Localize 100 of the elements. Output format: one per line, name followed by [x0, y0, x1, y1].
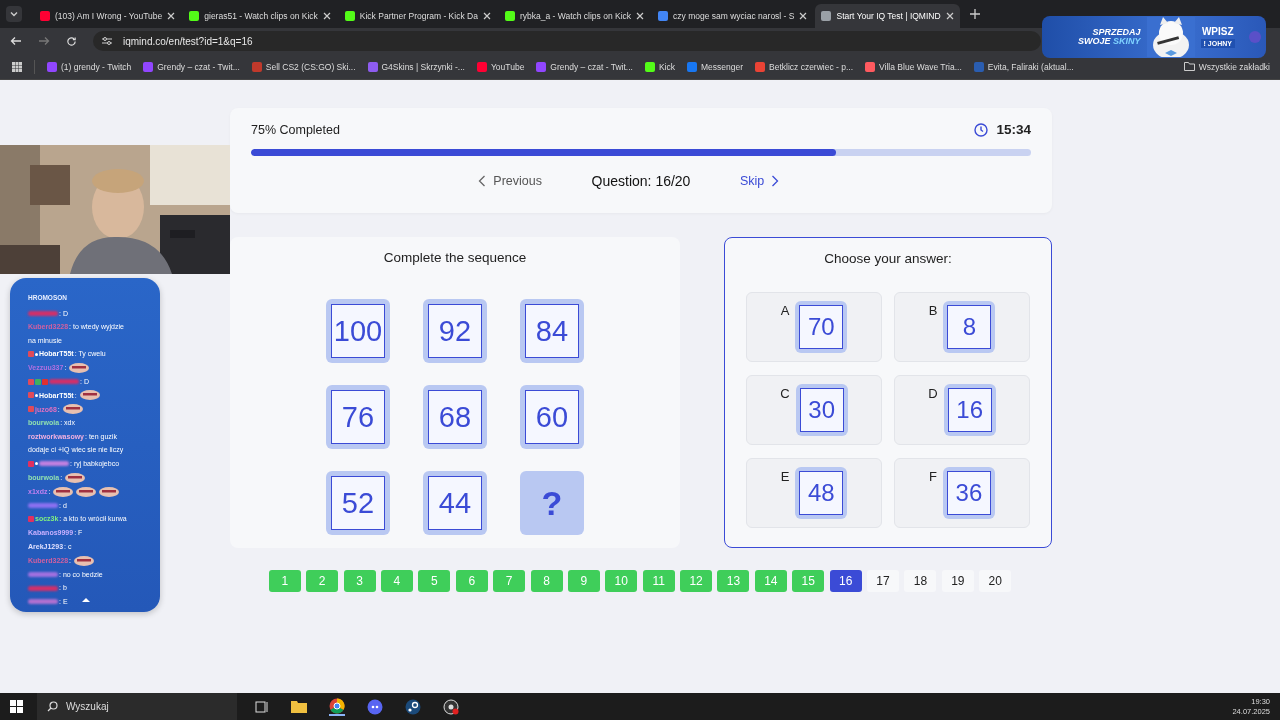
- clock-icon: [974, 122, 989, 137]
- favicon-icon: [476, 61, 487, 72]
- chevron-right-icon: [771, 175, 780, 187]
- address-field[interactable]: iqmind.co/en/test?id=1&q=16: [93, 31, 1041, 51]
- chat-app-icon[interactable]: [367, 698, 383, 715]
- recorder-icon[interactable]: [443, 698, 459, 715]
- favicon-icon: [40, 11, 50, 21]
- search-icon: [47, 701, 58, 712]
- bookmark[interactable]: Messenger: [686, 61, 743, 72]
- site-settings-icon[interactable]: [101, 36, 113, 46]
- favicon-icon: [536, 61, 547, 72]
- favicon-icon: [189, 11, 200, 21]
- caret-up-icon[interactable]: [82, 597, 90, 602]
- dot-icon: [35, 352, 38, 356]
- browser-tab[interactable]: czy moge sam wyciac narosl - S: [652, 4, 814, 28]
- favicon-icon: [973, 61, 984, 72]
- timer-text: 15:34: [996, 122, 1031, 137]
- question-number-button[interactable]: 20: [979, 570, 1012, 592]
- number-tile: 100: [326, 299, 390, 363]
- taskbar-search-field[interactable]: Wyszukaj: [37, 693, 237, 720]
- emote-icon: [69, 362, 90, 373]
- answer-option[interactable]: D 16: [894, 375, 1030, 445]
- close-icon[interactable]: [945, 12, 954, 20]
- reload-icon[interactable]: [66, 35, 77, 47]
- close-icon[interactable]: [167, 12, 176, 20]
- favicon-icon: [143, 61, 154, 72]
- number-tile: 92: [423, 299, 487, 363]
- answer-option[interactable]: F 36: [894, 458, 1030, 528]
- close-icon[interactable]: [322, 12, 331, 20]
- bookmark[interactable]: Villa Blue Wave Tria...: [865, 61, 962, 72]
- option-letter: A: [780, 303, 790, 318]
- browser-tab[interactable]: gieras51 - Watch clips on Kick: [183, 4, 337, 28]
- answer-option[interactable]: C 30: [746, 375, 882, 445]
- answer-tile: 16: [943, 384, 996, 436]
- tab-search-button[interactable]: [6, 6, 22, 22]
- sequence-title: Complete the sequence: [382, 250, 528, 265]
- chrome-icon[interactable]: [329, 697, 345, 716]
- favicon-icon: [686, 61, 697, 72]
- favicon-icon: [251, 61, 262, 72]
- favicon-icon: [658, 11, 669, 21]
- answer-tile: 30: [795, 384, 848, 436]
- bookmark[interactable]: Evita, Faliraki (aktual...: [973, 61, 1074, 72]
- emote-icon: [53, 486, 74, 497]
- question-number-button[interactable]: 18: [904, 570, 937, 592]
- answer-tile: 48: [795, 467, 848, 519]
- close-icon[interactable]: [636, 12, 645, 20]
- answer-tile: 8: [943, 301, 996, 353]
- emote-icon: [99, 486, 120, 497]
- number-tile: 68: [423, 385, 487, 449]
- answer-tile: 36: [942, 467, 995, 519]
- close-icon[interactable]: [482, 12, 491, 20]
- dot-icon: [35, 393, 38, 397]
- browser-tab[interactable]: (103) Am I Wrong - YouTube: [34, 4, 182, 28]
- chevron-left-icon: [478, 175, 487, 187]
- option-letter: E: [780, 469, 790, 484]
- back-icon[interactable]: [10, 36, 22, 46]
- apps-icon[interactable]: [12, 61, 22, 72]
- favicon-icon: [47, 61, 57, 72]
- steam-icon[interactable]: [405, 698, 421, 715]
- windows-start-icon[interactable]: [10, 700, 23, 713]
- option-letter: D: [928, 386, 938, 401]
- browser-tab[interactable]: Start Your IQ Test | IQMIND: [815, 4, 960, 28]
- question-number-button[interactable]: 16: [829, 570, 862, 592]
- folder-icon[interactable]: [291, 700, 307, 713]
- banner-headline: SPRZEDAJ: [1092, 28, 1141, 37]
- bookmark[interactable]: G4Skins | Skrzynki -...: [367, 61, 465, 72]
- answer-option[interactable]: E 48: [746, 458, 882, 528]
- bookmark[interactable]: Grendy – czat - Twit...: [143, 61, 240, 72]
- browser-tab[interactable]: rybka_a - Watch clips on Kick: [498, 4, 651, 28]
- answer-option[interactable]: A 70: [746, 292, 882, 362]
- number-tile: 84: [520, 299, 584, 363]
- bookmark[interactable]: (1) grendy - Twitch: [47, 61, 132, 72]
- previous-button[interactable]: Previous: [342, 174, 542, 188]
- new-tab-icon[interactable]: [969, 9, 980, 19]
- bookmark[interactable]: YouTube: [476, 61, 525, 72]
- question-number-button[interactable]: 17: [867, 570, 900, 592]
- bookmark[interactable]: Betklicz czerwiec - p...: [755, 61, 854, 72]
- number-tile: 60: [520, 385, 584, 449]
- folder-icon: [1183, 62, 1195, 71]
- favicon-icon: [644, 61, 655, 72]
- banner-headline: SWOJE SKINY: [1078, 37, 1141, 46]
- favicon-icon: [367, 61, 378, 72]
- question-number-button[interactable]: 19: [941, 570, 974, 592]
- close-icon[interactable]: [799, 12, 808, 20]
- skip-button[interactable]: Skip: [740, 174, 940, 188]
- question-counter: Question: 16/20: [590, 173, 692, 189]
- answer-option[interactable]: B 8: [894, 292, 1030, 362]
- bookmark[interactable]: Grendy – czat - Twit...: [536, 61, 633, 72]
- bookmark[interactable]: Kick: [644, 61, 675, 72]
- emote-icon: [65, 472, 86, 483]
- favicon-icon: [344, 11, 355, 21]
- task-view-icon[interactable]: [255, 700, 269, 713]
- all-bookmarks-button[interactable]: Wszystkie zakładki: [1183, 61, 1270, 72]
- bookmark[interactable]: Sell CS2 (CS:GO) Ski...: [251, 61, 356, 72]
- emote-icon: [74, 555, 95, 566]
- emote-icon: [62, 404, 83, 415]
- browser-tab[interactable]: Kick Partner Program - Kick Da: [338, 4, 497, 28]
- option-letter: B: [928, 303, 938, 318]
- option-letter: C: [780, 386, 790, 401]
- dot-icon: [35, 462, 38, 466]
